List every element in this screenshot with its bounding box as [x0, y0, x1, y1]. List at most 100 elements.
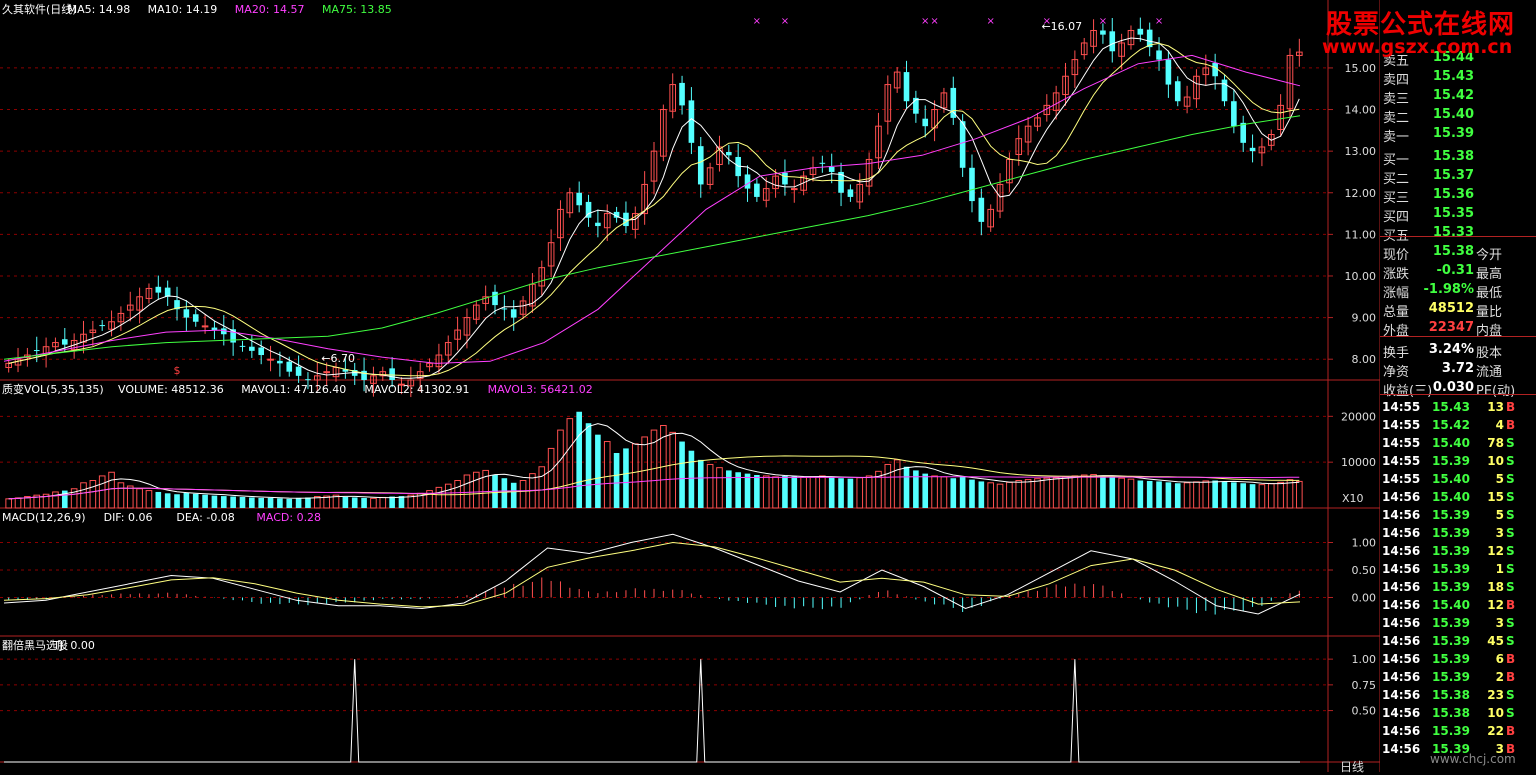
candle-body — [389, 368, 395, 380]
tick-row: 14:56 15.38 10 S — [1380, 706, 1536, 725]
volume-bar — [706, 463, 714, 509]
tick-time: 14:56 — [1382, 634, 1421, 648]
row-label: 买一 — [1383, 153, 1410, 168]
sidebar-separator — [1380, 336, 1536, 337]
row-value: 15.37 — [1432, 168, 1474, 183]
tick-price: 15.39 — [1432, 562, 1470, 576]
candle-body — [819, 162, 826, 164]
tick-row: 14:56 15.39 45 S — [1380, 634, 1536, 653]
watermark: www.chcj.com — [1430, 752, 1516, 766]
candle-body — [679, 82, 685, 106]
legend-item: MA5: 14.98 — [68, 3, 131, 16]
tick-volume: 18 — [1487, 580, 1504, 594]
candle-body — [978, 197, 985, 222]
volume-bar — [641, 436, 648, 509]
row-label-2: 今开 — [1476, 248, 1503, 263]
candle-body — [323, 371, 330, 374]
volume-bar — [267, 497, 274, 508]
volume-bar — [847, 478, 854, 508]
row-value: 0.030 — [1432, 380, 1474, 395]
row-value: 15.36 — [1432, 187, 1474, 202]
volume-bar — [838, 478, 844, 508]
volume-bar — [884, 463, 892, 509]
tick-row: 14:56 15.38 23 S — [1380, 688, 1536, 707]
tick-row: 14:56 15.39 5 S — [1380, 508, 1536, 527]
volume-bar — [557, 429, 564, 509]
stat-row: 收益(三) 0.030 PE(动) — [1380, 380, 1536, 399]
volume-bar — [126, 485, 134, 509]
candle-body — [501, 308, 508, 310]
candle-body — [99, 325, 106, 327]
volume-bar — [351, 497, 358, 508]
tick-volume: 6 — [1495, 652, 1504, 666]
row-value: 15.33 — [1432, 225, 1474, 240]
row-label: 换手 — [1383, 346, 1410, 361]
volume-bar — [978, 481, 985, 508]
tick-direction: S — [1506, 490, 1515, 504]
candle-body — [305, 379, 311, 381]
row-label: 卖四 — [1383, 73, 1410, 88]
y-tick-label: 12.00 — [1345, 187, 1377, 200]
tick-direction: B — [1506, 400, 1516, 414]
candle-body — [744, 174, 751, 189]
tick-volume: 12 — [1487, 544, 1504, 558]
ma75-line — [3, 115, 1301, 360]
period-label: 日线 — [1340, 760, 1365, 774]
tick-price: 15.39 — [1432, 724, 1470, 738]
volume-bar — [585, 423, 592, 508]
row-value: 15.39 — [1432, 126, 1474, 141]
row-value: 15.38 — [1432, 244, 1474, 259]
volume-bar — [220, 496, 227, 508]
volume-bar — [1258, 484, 1266, 509]
volume-bar — [996, 483, 1004, 509]
tick-direction: S — [1506, 508, 1515, 522]
volume-bar — [1249, 484, 1256, 508]
volume-bar — [501, 478, 508, 508]
candle-body — [847, 189, 854, 197]
logo-url: www.gszx.com.cn — [1322, 36, 1513, 58]
tick-time: 14:55 — [1382, 472, 1421, 486]
volume-bar — [295, 497, 302, 508]
row-value: 15.42 — [1432, 88, 1474, 103]
price-annotation: ←6.70 — [321, 352, 355, 365]
volume-bar — [1062, 476, 1069, 509]
candle-body — [1109, 31, 1116, 52]
tick-time: 14:56 — [1382, 652, 1421, 666]
tick-time: 14:56 — [1382, 580, 1421, 594]
top-marker: × — [1099, 16, 1107, 27]
volume-bar — [969, 479, 975, 508]
volume-bar — [510, 482, 517, 508]
row-label: 总量 — [1383, 305, 1410, 320]
candle-body — [61, 339, 68, 345]
volume-bar — [1006, 481, 1013, 509]
y-tick-label: 11.00 — [1345, 228, 1377, 241]
volume-unit: X10 — [1342, 492, 1364, 505]
volume-bar — [1024, 479, 1032, 509]
candle-body — [211, 327, 218, 331]
tick-row: 14:56 15.40 12 B — [1380, 598, 1536, 617]
y-tick-label: 20000 — [1341, 410, 1376, 423]
chart-area[interactable]: 久其软件(日线)MA5: 14.98 MA10: 14.19 MA20: 14.57… — [0, 0, 1380, 772]
volume-bar — [108, 471, 115, 509]
row-label: 买三 — [1383, 191, 1410, 206]
y-tick-label: 1.00 — [1352, 653, 1377, 666]
volume-bar — [1137, 480, 1144, 508]
volume-bar — [472, 471, 480, 509]
candle-body — [903, 72, 910, 102]
candle-body — [1165, 59, 1172, 85]
tick-price: 15.38 — [1432, 706, 1470, 720]
tick-row: 14:56 15.39 1 S — [1380, 562, 1536, 581]
candle-body — [295, 366, 302, 376]
volume-bar — [716, 467, 723, 509]
candle-body — [1231, 101, 1237, 127]
volume-bar — [623, 448, 629, 508]
y-tick-label: 0.00 — [1352, 592, 1377, 605]
candle-body — [828, 166, 835, 172]
legend-item: MA75: 13.85 — [322, 3, 392, 16]
y-tick-label: 8.00 — [1352, 353, 1377, 366]
top-marker: × — [1155, 16, 1163, 27]
volume-bar — [1183, 482, 1191, 509]
y-tick-label: 0.50 — [1352, 705, 1377, 718]
row-label-2: 最高 — [1476, 267, 1503, 282]
volume-bar — [613, 453, 620, 508]
